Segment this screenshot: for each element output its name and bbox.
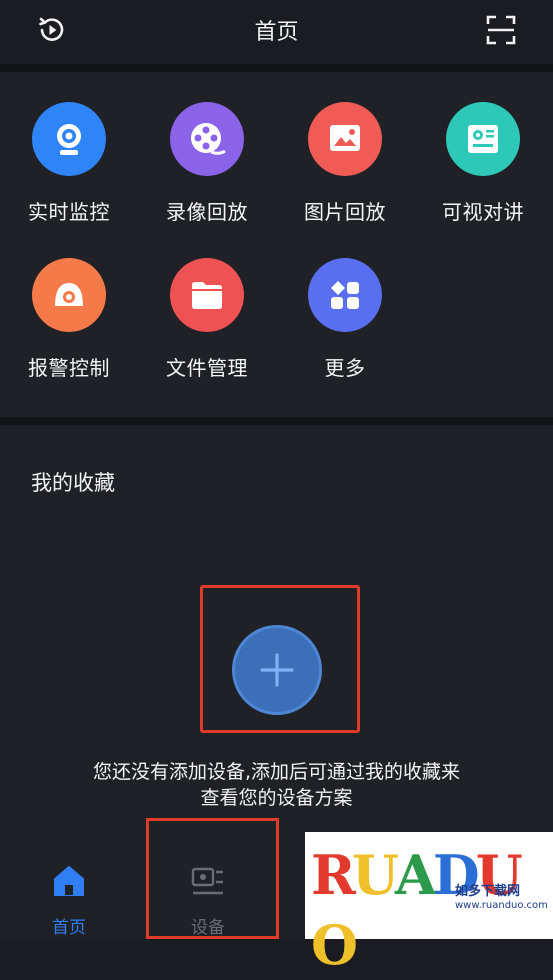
- feature-label: 图片回放: [304, 200, 386, 224]
- highlight-box: [146, 818, 279, 939]
- intercom-icon: [446, 102, 520, 176]
- empty-text-line: 您还没有添加设备,添加后可通过我的收藏来: [92, 761, 461, 783]
- plus-icon: [260, 653, 294, 687]
- tab-label: 首页: [52, 918, 86, 938]
- add-device-button[interactable]: [232, 625, 322, 715]
- feature-alarm-control[interactable]: 报警控制: [0, 228, 138, 380]
- feature-more[interactable]: 更多: [276, 228, 414, 380]
- divider: [0, 64, 553, 72]
- top-bar: 首页: [0, 0, 553, 64]
- page-title: 首页: [254, 20, 299, 45]
- folder-icon: [170, 258, 244, 332]
- feature-label: 文件管理: [166, 356, 248, 380]
- watermark-url: www.ruanduo.com: [455, 900, 548, 911]
- feature-label: 录像回放: [166, 200, 248, 224]
- favorites-title: 我的收藏: [31, 471, 115, 495]
- more-apps-icon: [308, 258, 382, 332]
- home-icon: [51, 863, 87, 899]
- image-icon: [308, 102, 382, 176]
- feature-file-management[interactable]: 文件管理: [138, 228, 276, 380]
- feature-label: 可视对讲: [442, 200, 524, 224]
- alarm-icon: [32, 258, 106, 332]
- feature-label: 实时监控: [28, 200, 110, 224]
- empty-text-line: 查看您的设备方案: [200, 787, 353, 809]
- feature-image-playback[interactable]: 图片回放: [276, 72, 414, 224]
- feature-label: 报警控制: [28, 356, 110, 380]
- watermark-cn-text: 如多下载网: [455, 884, 521, 899]
- feature-live-monitor[interactable]: 实时监控: [0, 72, 138, 224]
- empty-favorites-message: 您还没有添加设备,添加后可通过我的收藏来 查看您的设备方案: [20, 759, 533, 811]
- scan-icon[interactable]: [486, 14, 516, 46]
- watermark-logo: RUADUO 如多下载网 www.ruanduo.com: [305, 832, 553, 977]
- divider: [0, 417, 553, 425]
- film-reel-icon: [170, 102, 244, 176]
- feature-video-intercom[interactable]: 可视对讲: [414, 72, 552, 224]
- favorites-section: 我的收藏 您还没有添加设备,添加后可通过我的收藏来 查看您的设备方案: [0, 425, 553, 835]
- feature-video-playback[interactable]: 录像回放: [138, 72, 276, 224]
- tab-home[interactable]: 首页: [9, 835, 129, 939]
- feature-label: 更多: [324, 356, 366, 380]
- camera-icon: [32, 102, 106, 176]
- feature-grid: 实时监控 录像回放 图片回放 可视对讲 报警控制 文件管理 更多: [0, 72, 553, 417]
